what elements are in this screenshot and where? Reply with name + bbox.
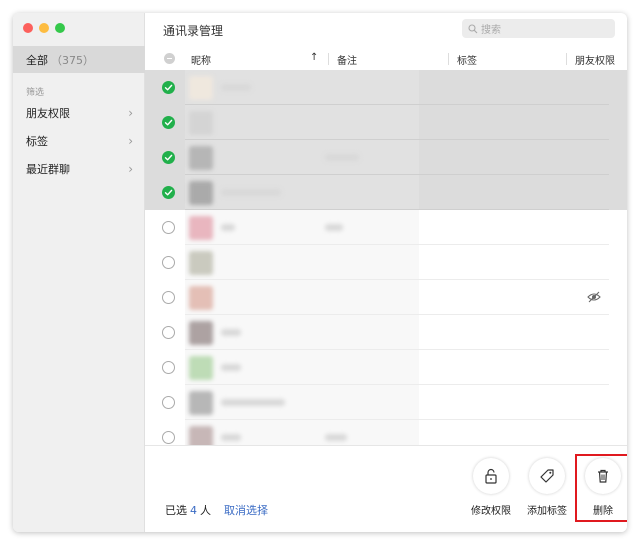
privacy-blur-overlay xyxy=(185,420,419,445)
unchecked-checkbox[interactable] xyxy=(162,291,175,304)
privacy-blur-overlay xyxy=(185,175,419,210)
unchecked-checkbox[interactable] xyxy=(162,256,175,269)
sidebar-item-all-label: 全部 xyxy=(26,53,48,67)
add-tag-label: 添加标签 xyxy=(527,506,567,517)
privacy-blur-overlay xyxy=(185,105,419,140)
selected-count-text: 已选 4 人 xyxy=(165,504,211,517)
chevron-right-icon: › xyxy=(128,162,133,176)
sidebar-item-label: 朋友权限 xyxy=(26,107,70,120)
checked-checkbox[interactable] xyxy=(162,81,175,94)
privacy-blur-overlay xyxy=(185,385,419,420)
table-row[interactable] xyxy=(145,210,627,245)
checked-checkbox[interactable] xyxy=(162,116,175,129)
sidebar-item-label: 最近群聊 xyxy=(26,163,70,176)
table-row[interactable] xyxy=(145,245,627,280)
modify-permission-label: 修改权限 xyxy=(471,506,511,517)
sidebar: 全部 （375） 筛选 朋友权限 › 标签 › 最近群聊 › xyxy=(13,13,145,532)
zoom-window-button[interactable] xyxy=(55,23,65,33)
filter-section-label: 筛选 xyxy=(26,88,45,98)
sidebar-item-all[interactable]: 全部 （375） xyxy=(13,46,145,73)
checked-checkbox[interactable] xyxy=(162,186,175,199)
sidebar-item-label: 标签 xyxy=(26,135,48,148)
unchecked-checkbox[interactable] xyxy=(162,221,175,234)
search-input[interactable]: 搜索 xyxy=(462,19,615,38)
unchecked-checkbox[interactable] xyxy=(162,326,175,339)
unlock-icon xyxy=(485,468,497,484)
footer-toolbar: 已选 4 人 取消选择 修改权限 添加标签 删除 xyxy=(145,445,627,532)
table-row[interactable] xyxy=(145,280,627,315)
privacy-blur-overlay xyxy=(185,245,419,280)
table-row[interactable] xyxy=(145,140,627,175)
sidebar-item-friend-permission[interactable]: 朋友权限 › xyxy=(13,99,145,127)
checkmark-icon xyxy=(164,154,173,161)
column-header-nickname[interactable]: 昵称 xyxy=(191,52,211,67)
add-tag-button[interactable]: 添加标签 xyxy=(520,458,574,517)
privacy-blur-overlay xyxy=(185,280,419,315)
delete-highlight-box xyxy=(575,454,627,522)
privacy-blur-overlay xyxy=(185,350,419,385)
search-placeholder: 搜索 xyxy=(481,25,501,36)
privacy-blur-overlay xyxy=(185,70,419,105)
table-header: 昵称 ↑ 备注 标签 朋友权限 xyxy=(145,48,627,70)
checkmark-icon xyxy=(164,119,173,126)
table-row[interactable] xyxy=(145,175,627,210)
search-icon xyxy=(468,23,478,33)
table-row[interactable] xyxy=(145,350,627,385)
window-controls xyxy=(23,23,65,33)
sort-ascending-icon[interactable]: ↑ xyxy=(310,52,318,63)
table-row[interactable] xyxy=(145,420,627,445)
chevron-right-icon: › xyxy=(128,106,133,120)
close-window-button[interactable] xyxy=(23,23,33,33)
sidebar-item-recent-groups[interactable]: 最近群聊 › xyxy=(13,155,145,183)
column-header-tag[interactable]: 标签 xyxy=(457,52,477,67)
contacts-manager-window: 全部 （375） 筛选 朋友权限 › 标签 › 最近群聊 › 通讯录管理 搜索 xyxy=(13,13,627,532)
privacy-blur-overlay xyxy=(185,140,419,175)
table-row[interactable] xyxy=(145,385,627,420)
column-header-permission[interactable]: 朋友权限 xyxy=(575,52,615,67)
checkmark-icon xyxy=(164,189,173,196)
column-header-remark[interactable]: 备注 xyxy=(337,52,357,67)
privacy-blur-overlay xyxy=(185,210,419,245)
table-row[interactable] xyxy=(145,105,627,140)
sidebar-item-all-count: （375） xyxy=(51,53,94,67)
privacy-blur-overlay xyxy=(185,315,419,350)
minimize-window-button[interactable] xyxy=(39,23,49,33)
modify-permission-button[interactable]: 修改权限 xyxy=(464,458,518,517)
unchecked-checkbox[interactable] xyxy=(162,396,175,409)
main-panel: 通讯录管理 搜索 昵称 ↑ 备注 标签 朋友权限 已选 4 人 取消选择 修改权… xyxy=(145,13,627,532)
select-all-checkbox[interactable] xyxy=(164,53,175,64)
hidden-moments-icon xyxy=(587,290,601,307)
chevron-right-icon: › xyxy=(128,134,133,148)
tag-icon xyxy=(540,469,554,483)
unchecked-checkbox[interactable] xyxy=(162,361,175,374)
table-row[interactable] xyxy=(145,315,627,350)
contact-list[interactable] xyxy=(145,70,627,445)
checked-checkbox[interactable] xyxy=(162,151,175,164)
table-row[interactable] xyxy=(145,70,627,105)
selected-count: 4 xyxy=(190,504,197,517)
cancel-selection-link[interactable]: 取消选择 xyxy=(224,502,268,518)
unchecked-checkbox[interactable] xyxy=(162,431,175,444)
checkmark-icon xyxy=(164,84,173,91)
sidebar-item-tags[interactable]: 标签 › xyxy=(13,127,145,155)
page-title: 通讯录管理 xyxy=(163,24,224,38)
